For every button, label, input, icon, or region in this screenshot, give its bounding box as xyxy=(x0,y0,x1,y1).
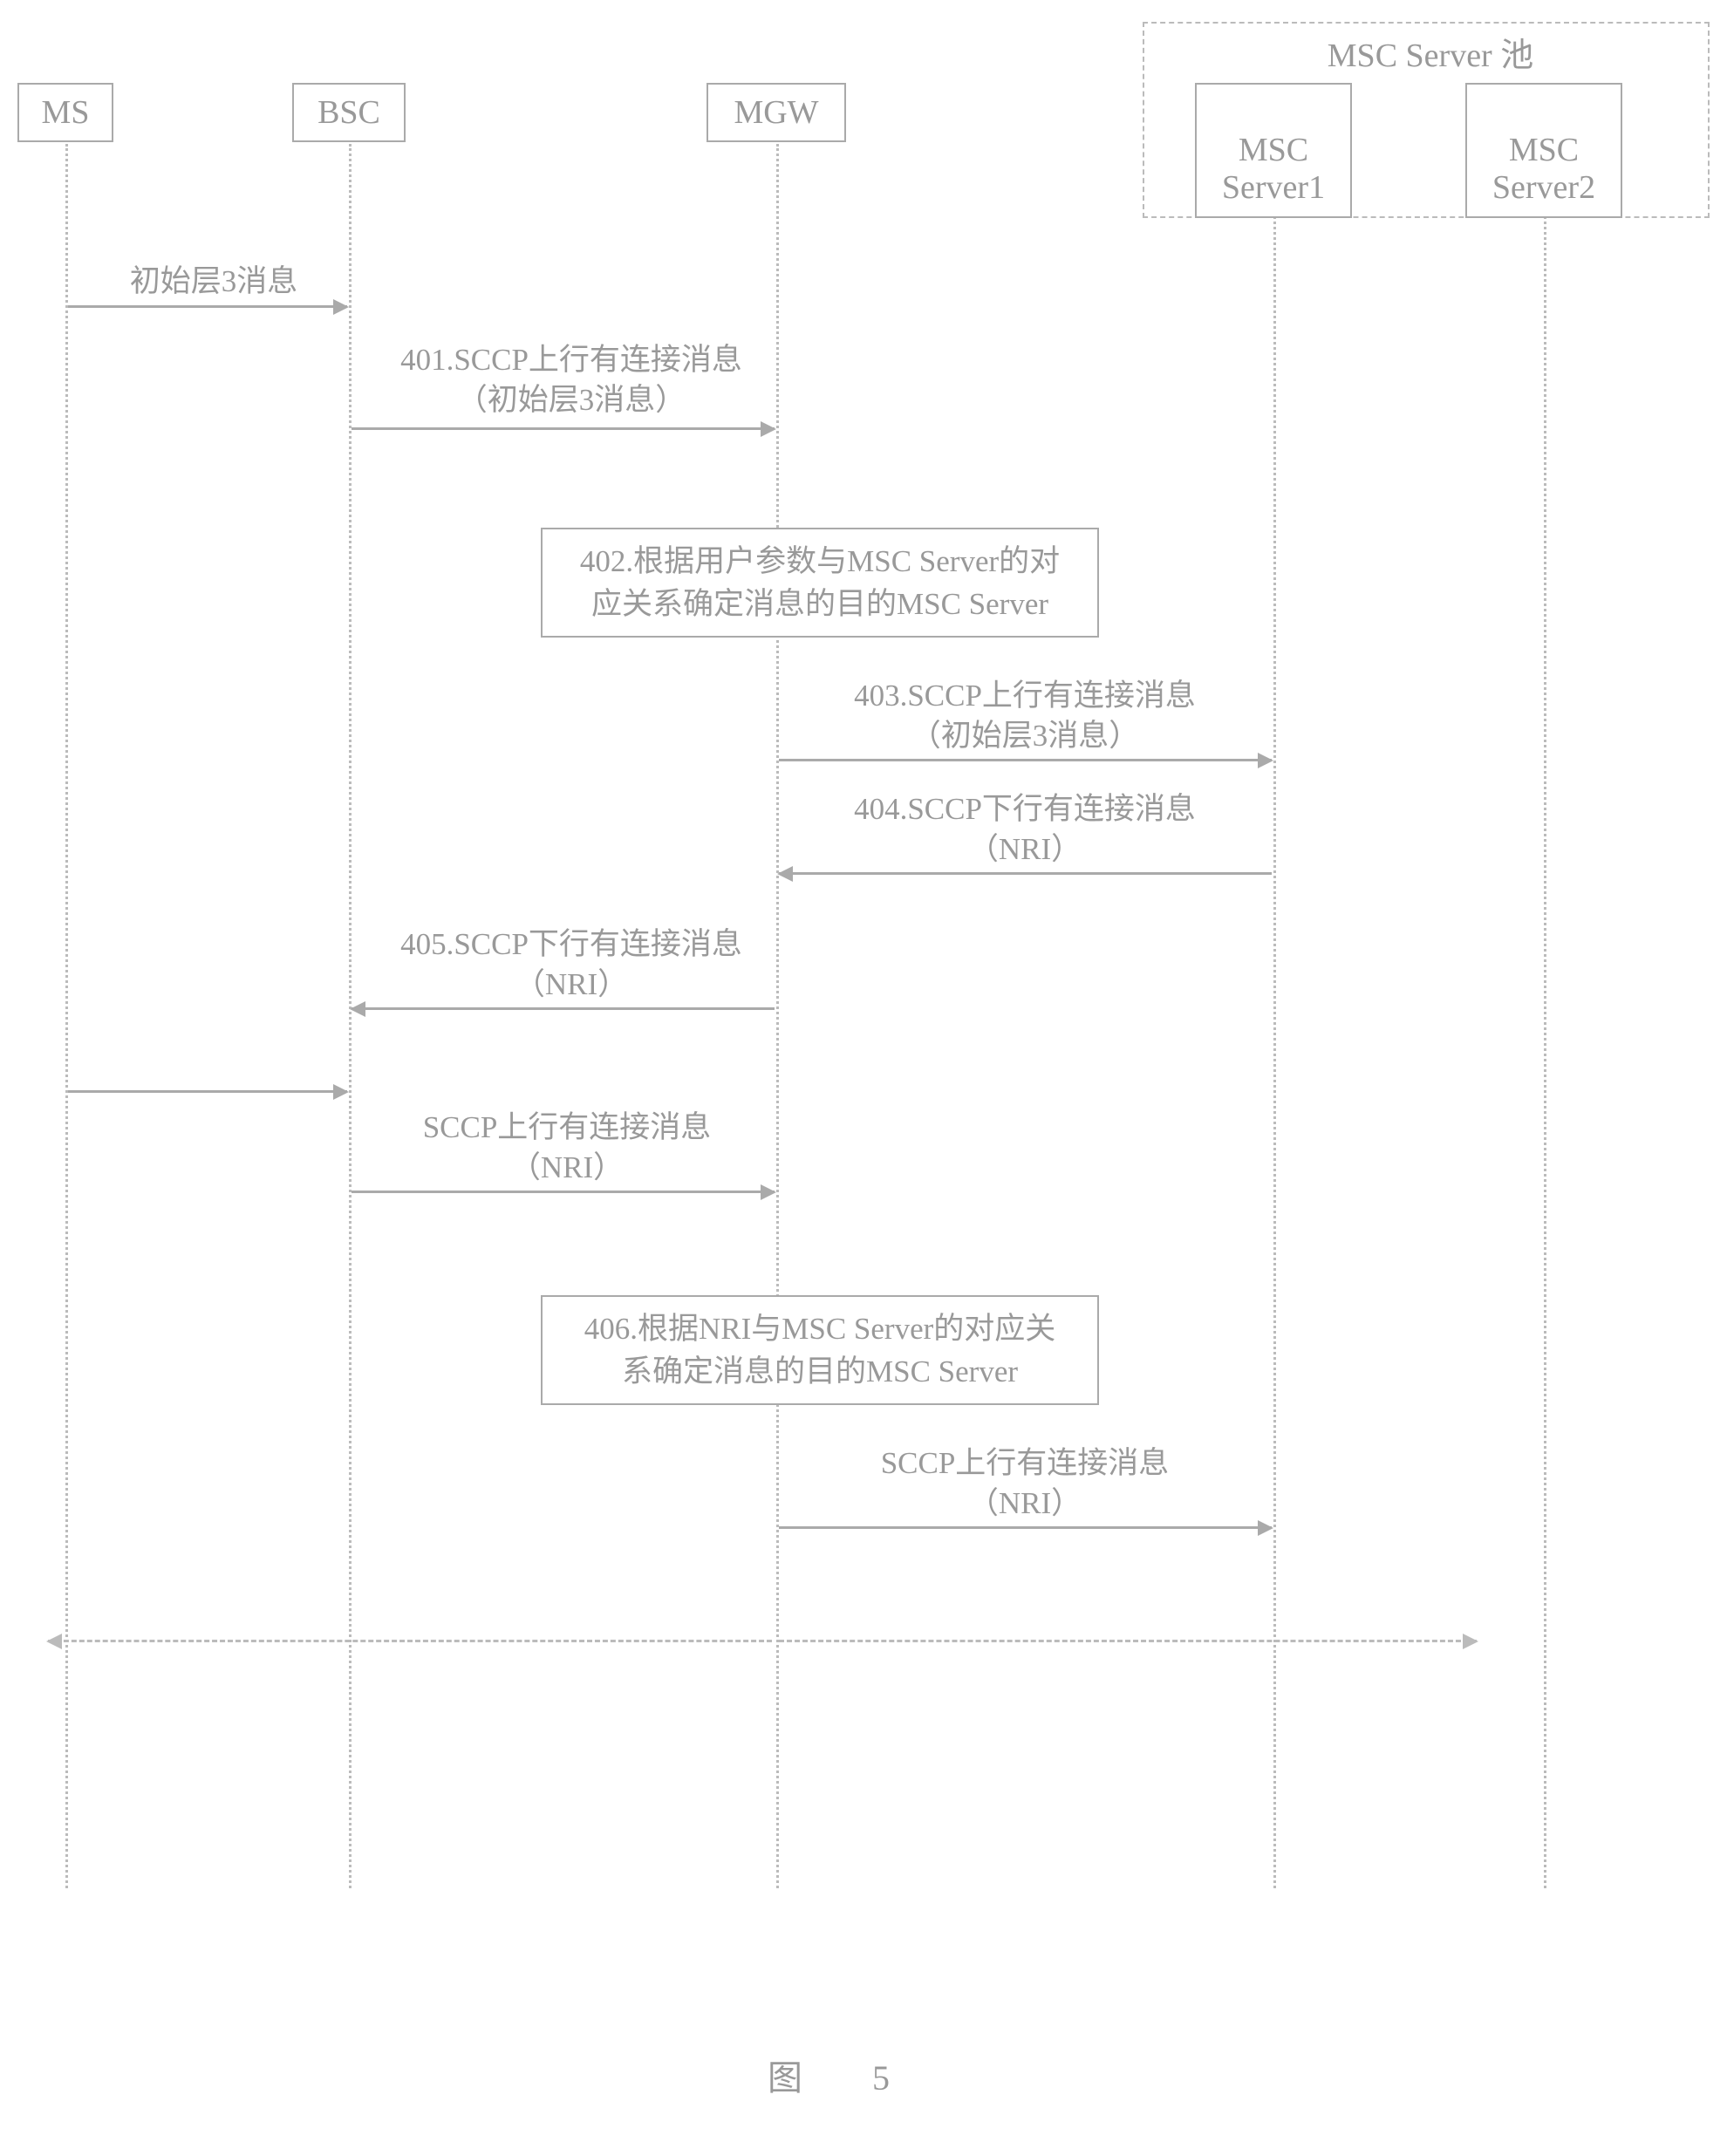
process-406-line1: 406.根据NRI与MSC Server的对应关 xyxy=(584,1312,1056,1346)
pool-label: MSC Server 池 xyxy=(1308,28,1553,76)
msg-init-l3: 初始层3消息 xyxy=(105,262,323,302)
msg-403-line1: 403.SCCP上行有连接消息 xyxy=(854,679,1196,713)
process-406: 406.根据NRI与MSC Server的对应关 系确定消息的目的MSC Ser… xyxy=(541,1295,1099,1405)
msg-401-line2: （初始层3消息） xyxy=(457,383,686,417)
participant-msc2: MSC Server2 xyxy=(1465,83,1622,218)
msg-up-nri-line1: SCCP上行有连接消息 xyxy=(423,1110,712,1144)
arrow-bsc-mgw-401 xyxy=(352,427,775,430)
lifeline-msc2 xyxy=(1544,179,1546,1888)
lifeline-mgw xyxy=(776,144,779,1888)
participant-mgw-label: MGW xyxy=(734,94,818,131)
arrow-msc1-mgw-404 xyxy=(779,872,1272,875)
msg-401: 401.SCCP上行有连接消息 （初始层3消息） xyxy=(375,340,768,420)
participant-bsc-label: BSC xyxy=(317,94,380,131)
lifeline-ms xyxy=(65,144,68,1888)
process-402-line2: 应关系确定消息的目的MSC Server xyxy=(591,587,1048,621)
msg-404: 404.SCCP下行有连接消息 （NRI） xyxy=(816,789,1234,869)
msg-up-nri2: SCCP上行有连接消息 （NRI） xyxy=(833,1443,1217,1523)
arrow-ms-bsc-2 xyxy=(68,1090,347,1093)
figure-label: 图 5 xyxy=(768,2050,907,2100)
msg-up-nri: SCCP上行有连接消息 （NRI） xyxy=(384,1108,750,1187)
msg-403: 403.SCCP上行有连接消息 （初始层3消息） xyxy=(816,676,1234,755)
msg-404-line2: （NRI） xyxy=(968,832,1082,866)
participant-mgw: MGW xyxy=(706,83,846,142)
participant-ms-label: MS xyxy=(42,94,90,131)
arrow-ms-bsc xyxy=(68,305,347,308)
msg-up-nri2-line1: SCCP上行有连接消息 xyxy=(881,1446,1170,1480)
msg-up-nri2-line2: （NRI） xyxy=(968,1486,1082,1520)
lifeline-msc1 xyxy=(1273,179,1276,1888)
msg-405-line2: （NRI） xyxy=(515,967,628,1001)
msg-up-nri-line2: （NRI） xyxy=(510,1150,624,1184)
msg-405-line1: 405.SCCP下行有连接消息 xyxy=(400,927,742,961)
arrow-bsc-mgw-nri xyxy=(352,1191,775,1193)
process-402-line1: 402.根据用户参数与MSC Server的对 xyxy=(580,544,1060,578)
msg-401-line1: 401.SCCP上行有连接消息 xyxy=(400,343,742,377)
arrow-mgw-bsc-405 xyxy=(352,1007,775,1010)
process-402: 402.根据用户参数与MSC Server的对 应关系确定消息的目的MSC Se… xyxy=(541,528,1099,638)
msg-403-line2: （初始层3消息） xyxy=(911,719,1140,753)
arrow-mgw-msc1-403 xyxy=(779,759,1272,761)
msg-405: 405.SCCP下行有连接消息 （NRI） xyxy=(375,924,768,1004)
arrow-mgw-msc1-nri xyxy=(779,1526,1272,1529)
msg-404-line1: 404.SCCP下行有连接消息 xyxy=(854,792,1196,826)
arrow-dashed-left xyxy=(48,1640,772,1642)
participant-ms: MS xyxy=(17,83,113,142)
participant-msc1: MSC Server1 xyxy=(1195,83,1352,218)
participant-msc2-label: MSC Server2 xyxy=(1492,132,1595,207)
participant-bsc: BSC xyxy=(292,83,406,142)
process-406-line2: 系确定消息的目的MSC Server xyxy=(622,1354,1018,1388)
participant-msc1-label: MSC Server1 xyxy=(1222,132,1325,207)
arrow-dashed-right xyxy=(779,1640,1477,1642)
